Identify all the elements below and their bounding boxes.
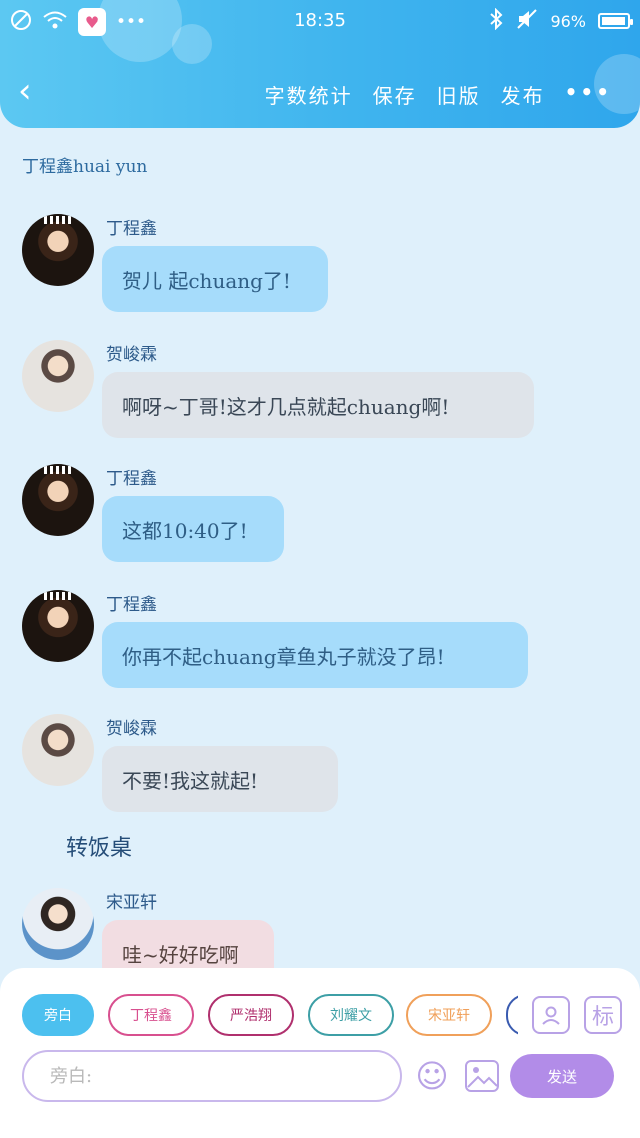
chip-more[interactable] [506,994,518,1036]
back-button[interactable]: ‹ [18,74,32,108]
sender-name: 丁程鑫 [106,595,157,615]
chip-character[interactable]: 刘耀文 [308,994,394,1036]
battery-fill [602,17,626,25]
chip-character[interactable]: 宋亚轩 [406,994,492,1036]
battery-percent: 96% [550,11,586,31]
publish-button[interactable]: 发布 [501,80,545,109]
nav-actions: 字数统计 保存 旧版 发布 ••• [265,80,612,109]
avatar[interactable] [22,714,94,786]
chip-character[interactable]: 严浩翔 [208,994,294,1036]
avatar[interactable] [22,464,94,536]
message-bubble[interactable]: 贺儿 起chuang了! [102,246,328,312]
message-bubble[interactable]: 这都10:40了! [102,496,284,562]
message-input-wrap [22,1050,402,1102]
message-bubble[interactable]: 你再不起chuang章鱼丸子就没了昂! [102,622,528,688]
chip-character[interactable]: 丁程鑫 [108,994,194,1036]
status-bar: ♥ ••• 18:35 96% [0,0,640,42]
emoji-icon[interactable]: ☺ [412,1056,452,1096]
more-menu-button[interactable]: ••• [565,80,612,109]
send-button[interactable]: 发送 [510,1054,614,1098]
avatar[interactable] [22,340,94,412]
avatar[interactable] [22,214,94,286]
message-input[interactable] [50,1065,374,1087]
character-chips: 旁白 丁程鑫 严浩翔 刘耀文 宋亚轩 [22,994,518,1038]
battery-icon [598,13,633,29]
sender-name: 宋亚轩 [106,893,157,913]
sender-name: 贺峻霖 [106,719,157,739]
sender-name: 贺峻霖 [106,345,157,365]
save-button[interactable]: 保存 [373,80,417,109]
word-count-button[interactable]: 字数统计 [265,80,353,109]
sender-name: 丁程鑫 [106,469,157,489]
message-bubble[interactable]: 啊呀~丁哥!这才几点就起chuang啊! [102,372,534,438]
mute-icon [516,8,538,34]
avatar[interactable] [22,888,94,960]
avatar[interactable] [22,590,94,662]
image-icon[interactable] [462,1056,502,1096]
message-bubble[interactable]: 不要!我这就起! [102,746,338,812]
sender-name: 丁程鑫 [106,219,157,239]
mark-icon[interactable]: 标 [584,996,622,1034]
app-header: ♥ ••• 18:35 96% ‹ 字数统计 保存 旧版 发布 ••• [0,0,640,128]
old-version-button[interactable]: 旧版 [437,80,481,109]
composer-panel: 旁白 丁程鑫 严浩翔 刘耀文 宋亚轩 标 ☺ 发送 [0,968,640,1138]
chip-narration[interactable]: 旁白 [22,994,94,1036]
nav-bar: ‹ 字数统计 保存 旧版 发布 ••• [0,60,640,124]
character-icon[interactable] [532,996,570,1034]
narration-text[interactable]: 转饭桌 [66,830,132,862]
bluetooth-icon [488,7,504,34]
chat-title: 丁程鑫huai yun [22,157,148,177]
